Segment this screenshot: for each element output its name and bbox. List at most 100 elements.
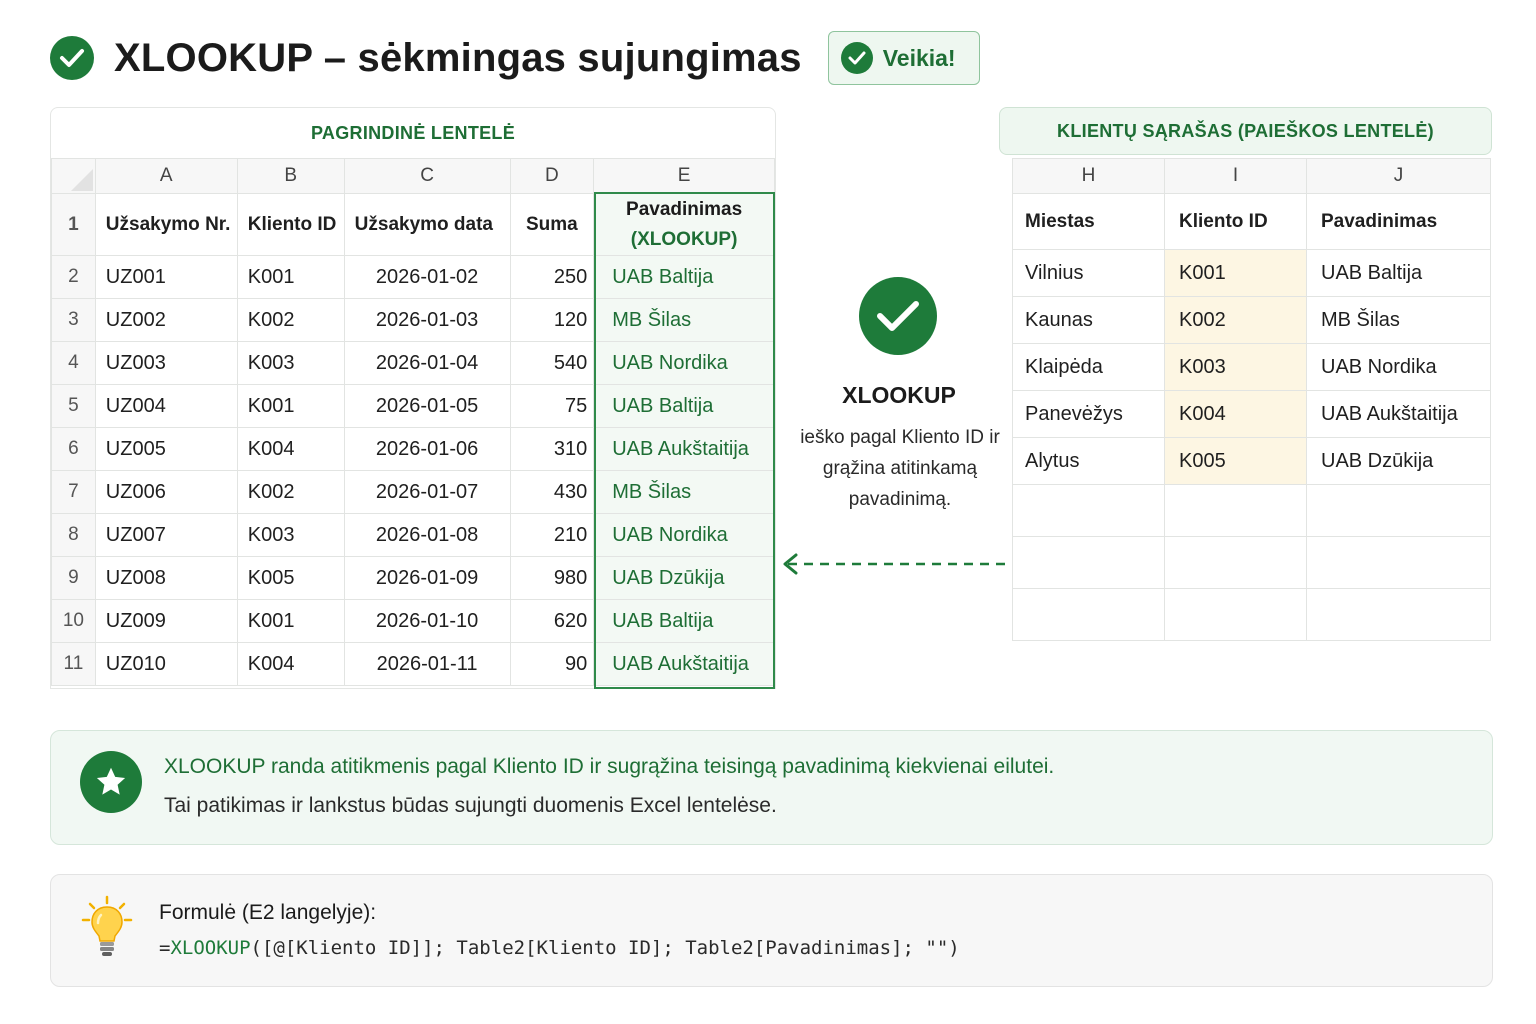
sum-cell[interactable]: 90 — [509, 642, 595, 686]
row-number[interactable]: 7 — [51, 470, 96, 514]
row-number[interactable]: 4 — [51, 341, 96, 385]
xlookup-result-cell[interactable]: UAB Aukštaitija — [593, 642, 775, 686]
order-date-cell[interactable]: 2026-01-04 — [343, 341, 511, 385]
client-name-cell[interactable]: UAB Dzūkija — [1306, 437, 1491, 485]
header-cell[interactable]: Užsakymo Nr. — [94, 193, 238, 256]
header-cell[interactable]: Užsakymo data — [343, 193, 511, 256]
client-id-cell[interactable]: K002 — [1164, 296, 1307, 344]
column-header-h[interactable]: H — [1012, 158, 1165, 194]
sum-cell[interactable]: 980 — [509, 556, 595, 600]
city-cell[interactable]: Kaunas — [1012, 296, 1165, 344]
client-id-cell[interactable]: K001 — [236, 384, 345, 428]
city-cell[interactable]: Panevėžys — [1012, 390, 1165, 438]
column-header-a[interactable]: A — [94, 158, 238, 194]
client-id-cell[interactable]: K002 — [236, 470, 345, 514]
client-id-cell[interactable]: K004 — [236, 427, 345, 471]
column-header-j[interactable]: J — [1306, 158, 1491, 194]
column-header-i[interactable]: I — [1164, 158, 1307, 194]
client-name-cell[interactable]: MB Šilas — [1306, 296, 1491, 344]
xlookup-result-cell[interactable]: UAB Nordika — [593, 341, 775, 385]
column-header-e[interactable]: E — [593, 158, 775, 194]
header-cell[interactable]: Kliento ID — [1164, 193, 1307, 250]
header-cell[interactable]: Pavadinimas — [1306, 193, 1491, 250]
header-cell[interactable]: Kliento ID — [236, 193, 345, 256]
xlookup-result-cell[interactable]: MB Šilas — [593, 298, 775, 342]
city-cell[interactable]: Vilnius — [1012, 249, 1165, 297]
sum-cell[interactable]: 620 — [509, 599, 595, 643]
order-number-cell[interactable]: UZ007 — [94, 513, 238, 557]
order-date-cell[interactable]: 2026-01-06 — [343, 427, 511, 471]
order-date-cell[interactable]: 2026-01-10 — [343, 599, 511, 643]
xlookup-result-cell[interactable]: MB Šilas — [593, 470, 775, 514]
client-id-cell[interactable]: K002 — [236, 298, 345, 342]
client-id-cell[interactable]: K001 — [236, 255, 345, 299]
status-badge: Veikia! — [827, 31, 980, 85]
order-number-cell[interactable]: UZ006 — [94, 470, 238, 514]
column-header-c[interactable]: C — [343, 158, 511, 194]
table-row: 10 UZ009 K001 2026-01-10 620 UAB Baltija — [51, 599, 775, 643]
client-name-cell[interactable]: UAB Nordika — [1306, 343, 1491, 391]
xlookup-result-cell[interactable]: UAB Nordika — [593, 513, 775, 557]
client-id-cell[interactable]: K004 — [236, 642, 345, 686]
sum-cell[interactable]: 210 — [509, 513, 595, 557]
row-number[interactable]: 8 — [51, 513, 96, 557]
city-cell[interactable]: Alytus — [1012, 437, 1165, 485]
column-header-b[interactable]: B — [236, 158, 345, 194]
row-number[interactable]: 6 — [51, 427, 96, 471]
header-cell[interactable]: Miestas — [1012, 193, 1165, 250]
table-row: Kaunas K002 MB Šilas — [1012, 296, 1491, 344]
order-date-cell[interactable]: 2026-01-03 — [343, 298, 511, 342]
row-number[interactable]: 10 — [51, 599, 96, 643]
xlookup-result-cell[interactable]: UAB Baltija — [593, 599, 775, 643]
order-number-cell[interactable]: UZ001 — [94, 255, 238, 299]
order-number-cell[interactable]: UZ010 — [94, 642, 238, 686]
main-table-title: PAGRINDINĖ LENTELĖ — [310, 122, 516, 143]
order-number-cell[interactable]: UZ004 — [94, 384, 238, 428]
order-date-cell[interactable]: 2026-01-02 — [343, 255, 511, 299]
formula-code[interactable]: =XLOOKUP([@[Kliento ID]]; Table2[Kliento… — [159, 937, 960, 959]
city-cell[interactable]: Klaipėda — [1012, 343, 1165, 391]
table-row: Panevėžys K004 UAB Aukštaitija — [1012, 390, 1491, 438]
order-number-cell[interactable]: UZ008 — [94, 556, 238, 600]
row-number[interactable]: 3 — [51, 298, 96, 342]
sum-cell[interactable]: 540 — [509, 341, 595, 385]
order-date-cell[interactable]: 2026-01-07 — [343, 470, 511, 514]
sum-cell[interactable]: 250 — [509, 255, 595, 299]
select-all-corner[interactable] — [51, 158, 96, 194]
order-date-cell[interactable]: 2026-01-08 — [343, 513, 511, 557]
client-id-cell[interactable]: K004 — [1164, 390, 1307, 438]
client-id-cell[interactable]: K003 — [1164, 343, 1307, 391]
sum-cell[interactable]: 120 — [509, 298, 595, 342]
order-number-cell[interactable]: UZ003 — [94, 341, 238, 385]
client-id-cell[interactable]: K001 — [236, 599, 345, 643]
order-number-cell[interactable]: UZ002 — [94, 298, 238, 342]
column-header-d[interactable]: D — [509, 158, 595, 194]
row-number[interactable]: 1 — [51, 193, 96, 256]
order-date-cell[interactable]: 2026-01-05 — [343, 384, 511, 428]
row-number[interactable]: 11 — [51, 642, 96, 686]
xlookup-result-cell[interactable]: UAB Baltija — [593, 255, 775, 299]
formula-function: XLOOKUP — [170, 937, 251, 959]
row-number[interactable]: 2 — [51, 255, 96, 299]
client-name-cell[interactable]: UAB Aukštaitija — [1306, 390, 1491, 438]
client-id-cell[interactable]: K003 — [236, 513, 345, 557]
row-number[interactable]: 5 — [51, 384, 96, 428]
order-date-cell[interactable]: 2026-01-11 — [343, 642, 511, 686]
sum-cell[interactable]: 310 — [509, 427, 595, 471]
client-name-cell[interactable]: UAB Baltija — [1306, 249, 1491, 297]
order-date-cell[interactable]: 2026-01-09 — [343, 556, 511, 600]
client-id-cell[interactable]: K003 — [236, 341, 345, 385]
order-number-cell[interactable]: UZ009 — [94, 599, 238, 643]
xlookup-result-cell[interactable]: UAB Dzūkija — [593, 556, 775, 600]
client-id-cell[interactable]: K005 — [236, 556, 345, 600]
client-id-cell[interactable]: K001 — [1164, 249, 1307, 297]
header-cell[interactable]: Suma — [509, 193, 595, 256]
header-cell-xlookup[interactable]: Pavadinimas (XLOOKUP) — [593, 193, 775, 256]
xlookup-result-cell[interactable]: UAB Aukštaitija — [593, 427, 775, 471]
sum-cell[interactable]: 75 — [509, 384, 595, 428]
xlookup-result-cell[interactable]: UAB Baltija — [593, 384, 775, 428]
row-number[interactable]: 9 — [51, 556, 96, 600]
client-id-cell[interactable]: K005 — [1164, 437, 1307, 485]
sum-cell[interactable]: 430 — [509, 470, 595, 514]
order-number-cell[interactable]: UZ005 — [94, 427, 238, 471]
